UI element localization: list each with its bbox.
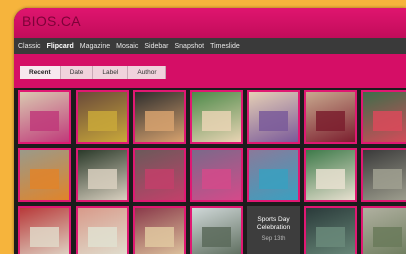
photo-prize-certificate[interactable] (76, 206, 129, 254)
nav-item-snapshot[interactable]: Snapshot (174, 43, 204, 50)
photo-art-display[interactable] (133, 90, 186, 144)
photo-classroom-board[interactable] (361, 148, 406, 202)
layout-nav: Classic Flipcard Magazine Mosaic Sidebar… (14, 38, 406, 54)
photo-blackboard[interactable] (76, 148, 129, 202)
nav-item-timeslide[interactable]: Timeslide (210, 43, 240, 50)
photo-dance-performance[interactable] (190, 148, 243, 202)
photo-green-decoration[interactable] (190, 90, 243, 144)
sort-recent-button[interactable]: Recent (20, 66, 61, 79)
photo-classroom-students[interactable] (304, 206, 357, 254)
sort-tabs: Recent Date Label Author (20, 66, 167, 79)
nav-item-mosaic[interactable]: Mosaic (116, 43, 138, 50)
photo-rangoli-two[interactable] (18, 148, 71, 202)
nav-item-sidebar[interactable]: Sidebar (144, 43, 168, 50)
photo-wall-chart[interactable] (247, 90, 300, 144)
photo-hall-audience[interactable] (190, 206, 243, 254)
nav-item-classic[interactable]: Classic (18, 43, 41, 50)
photo-stage-lineup[interactable] (133, 206, 186, 254)
photo-students-row[interactable] (133, 148, 186, 202)
photo-stage-guests[interactable] (304, 90, 357, 144)
sort-author-button[interactable]: Author (128, 66, 167, 79)
nav-item-flipcard[interactable]: Flipcard (47, 43, 74, 50)
photo-dance-group[interactable] (247, 148, 300, 202)
photo-crowd-event[interactable] (76, 90, 129, 144)
sort-label-button[interactable]: Label (93, 66, 129, 79)
photo-rangoli-one[interactable] (361, 90, 406, 144)
sort-date-button[interactable]: Date (60, 66, 94, 79)
photo-certificate-frame[interactable] (304, 148, 357, 202)
site-header: BIOS.CA (14, 8, 406, 38)
browser-frame: BIOS.CA Classic Flipcard Magazine Mosaic… (14, 8, 406, 254)
event-card-date: Sep 13th (261, 236, 286, 242)
photo-outdoor-gathering[interactable] (361, 206, 406, 254)
photo-award-ceremony-banner[interactable] (18, 90, 71, 144)
site-title[interactable]: BIOS.CA (22, 13, 81, 29)
photo-red-stage[interactable] (18, 206, 71, 254)
event-card-title: Sports Day Celebration (256, 216, 291, 231)
nav-item-magazine[interactable]: Magazine (80, 43, 110, 50)
event-card[interactable]: Sports Day Celebration Sep 13th (247, 206, 300, 254)
photo-grid: Sports Day Celebration Sep 13th (14, 88, 406, 254)
